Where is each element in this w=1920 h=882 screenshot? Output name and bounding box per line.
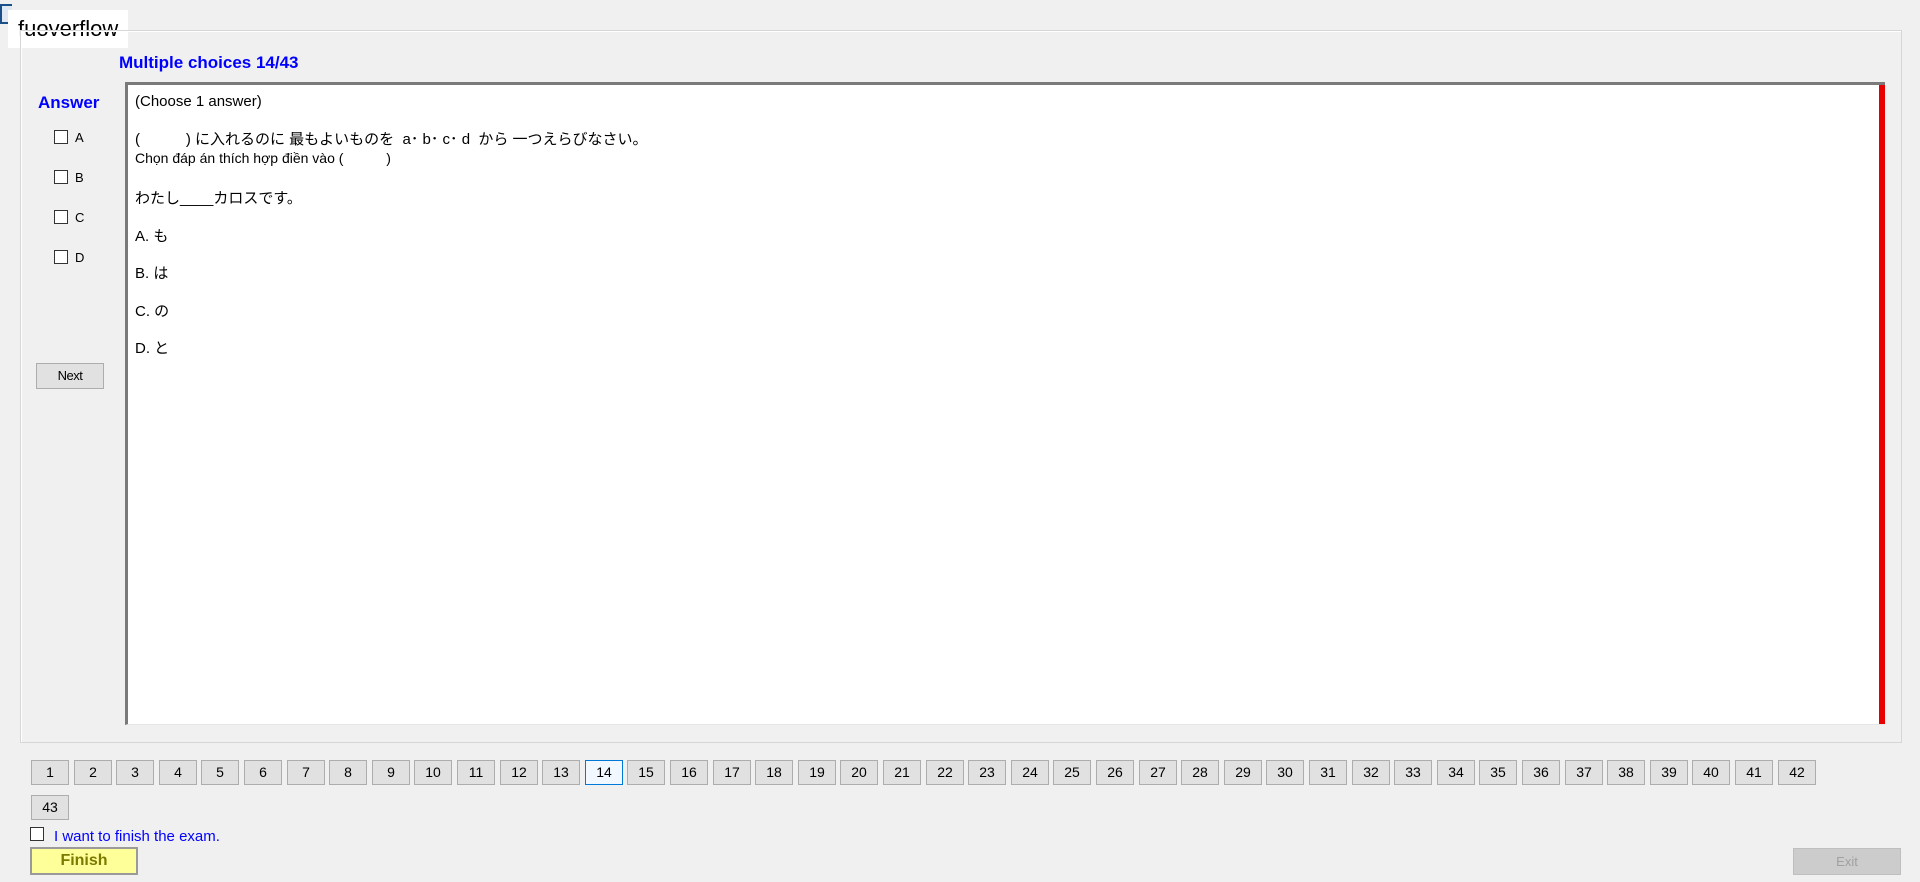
question-nav-button-8[interactable]: 8 <box>329 760 367 785</box>
question-nav-button-7[interactable]: 7 <box>287 760 325 785</box>
question-sentence: わたし____カロスです。 <box>135 190 302 207</box>
answer-option-b[interactable]: B <box>54 168 84 186</box>
answer-option-label: A <box>75 129 84 145</box>
question-nav-button-39[interactable]: 39 <box>1650 760 1688 785</box>
question-nav-button-18[interactable]: 18 <box>755 760 793 785</box>
question-nav-button-36[interactable]: 36 <box>1522 760 1560 785</box>
exit-button[interactable]: Exit <box>1793 848 1901 875</box>
question-prompt-vi: Chọn đáp án thích hợp điền vào ( ) <box>135 150 391 166</box>
question-nav-button-11[interactable]: 11 <box>457 760 495 785</box>
question-nav-button-23[interactable]: 23 <box>968 760 1006 785</box>
question-nav-button-19[interactable]: 19 <box>798 760 836 785</box>
question-choice-a: A. も <box>135 228 169 245</box>
question-nav-button-1[interactable]: 1 <box>31 760 69 785</box>
question-nav-button-31[interactable]: 31 <box>1309 760 1347 785</box>
answer-option-c[interactable]: C <box>54 208 84 226</box>
question-nav-button-17[interactable]: 17 <box>713 760 751 785</box>
question-nav-button-32[interactable]: 32 <box>1352 760 1390 785</box>
answer-option-label: D <box>75 249 85 265</box>
question-nav-button-28[interactable]: 28 <box>1181 760 1219 785</box>
question-nav-button-40[interactable]: 40 <box>1692 760 1730 785</box>
question-nav-button-43[interactable]: 43 <box>31 795 69 820</box>
finish-confirm-label: I want to finish the exam. <box>54 828 220 845</box>
question-nav-button-37[interactable]: 37 <box>1565 760 1603 785</box>
question-nav-button-6[interactable]: 6 <box>244 760 282 785</box>
answer-option-label: C <box>75 209 85 225</box>
question-instruction: (Choose 1 answer) <box>135 93 262 110</box>
answer-heading: Answer <box>38 93 100 112</box>
question-nav-button-12[interactable]: 12 <box>500 760 538 785</box>
question-nav-button-25[interactable]: 25 <box>1053 760 1091 785</box>
question-counter-title: Multiple choices 14/43 <box>119 53 299 72</box>
question-nav-button-24[interactable]: 24 <box>1011 760 1049 785</box>
question-choice-d: D. と <box>135 340 170 357</box>
question-nav-button-29[interactable]: 29 <box>1224 760 1262 785</box>
question-content-box[interactable]: (Choose 1 answer) ( ) に入れるのに 最もよいものを a･ … <box>125 82 1885 725</box>
question-nav-button-26[interactable]: 26 <box>1096 760 1134 785</box>
question-nav-button-42[interactable]: 42 <box>1778 760 1816 785</box>
question-nav-button-2[interactable]: 2 <box>74 760 112 785</box>
question-nav-button-14[interactable]: 14 <box>585 760 623 785</box>
scroll-indicator <box>1879 85 1885 724</box>
finish-confirm-checkbox[interactable] <box>30 827 44 841</box>
question-nav-button-15[interactable]: 15 <box>627 760 665 785</box>
question-nav-button-20[interactable]: 20 <box>840 760 878 785</box>
answer-option-a[interactable]: A <box>54 128 84 146</box>
answer-checkbox-a[interactable] <box>54 130 68 144</box>
question-nav-button-13[interactable]: 13 <box>542 760 580 785</box>
question-nav-button-9[interactable]: 9 <box>372 760 410 785</box>
question-choice-b: B. は <box>135 265 169 282</box>
answer-checkbox-b[interactable] <box>54 170 68 184</box>
answer-checkbox-d[interactable] <box>54 250 68 264</box>
question-nav-button-35[interactable]: 35 <box>1479 760 1517 785</box>
question-nav-button-5[interactable]: 5 <box>201 760 239 785</box>
answer-option-d[interactable]: D <box>54 248 84 266</box>
question-nav-button-38[interactable]: 38 <box>1607 760 1645 785</box>
question-nav-button-3[interactable]: 3 <box>116 760 154 785</box>
finish-confirm-checkbox-row[interactable]: I want to finish the exam. <box>30 823 220 845</box>
question-nav-button-41[interactable]: 41 <box>1735 760 1773 785</box>
question-nav-button-34[interactable]: 34 <box>1437 760 1475 785</box>
answer-option-label: B <box>75 169 84 185</box>
question-prompt-jp: ( ) に入れるのに 最もよいものを a･ b･ c･ d から 一つえらびなさ… <box>135 131 648 148</box>
finish-button[interactable]: Finish <box>30 847 138 875</box>
answer-checkbox-c[interactable] <box>54 210 68 224</box>
question-nav-button-16[interactable]: 16 <box>670 760 708 785</box>
question-nav-button-30[interactable]: 30 <box>1266 760 1304 785</box>
question-nav-button-10[interactable]: 10 <box>414 760 452 785</box>
next-button[interactable]: Next <box>36 363 104 389</box>
question-nav-button-33[interactable]: 33 <box>1394 760 1432 785</box>
question-choice-c: C. の <box>135 303 170 320</box>
question-nav-button-4[interactable]: 4 <box>159 760 197 785</box>
question-nav-button-22[interactable]: 22 <box>926 760 964 785</box>
question-nav-button-21[interactable]: 21 <box>883 760 921 785</box>
exam-window: fuoverflow Multiple choices 14/43 Answer… <box>0 0 1920 882</box>
question-nav-button-27[interactable]: 27 <box>1139 760 1177 785</box>
